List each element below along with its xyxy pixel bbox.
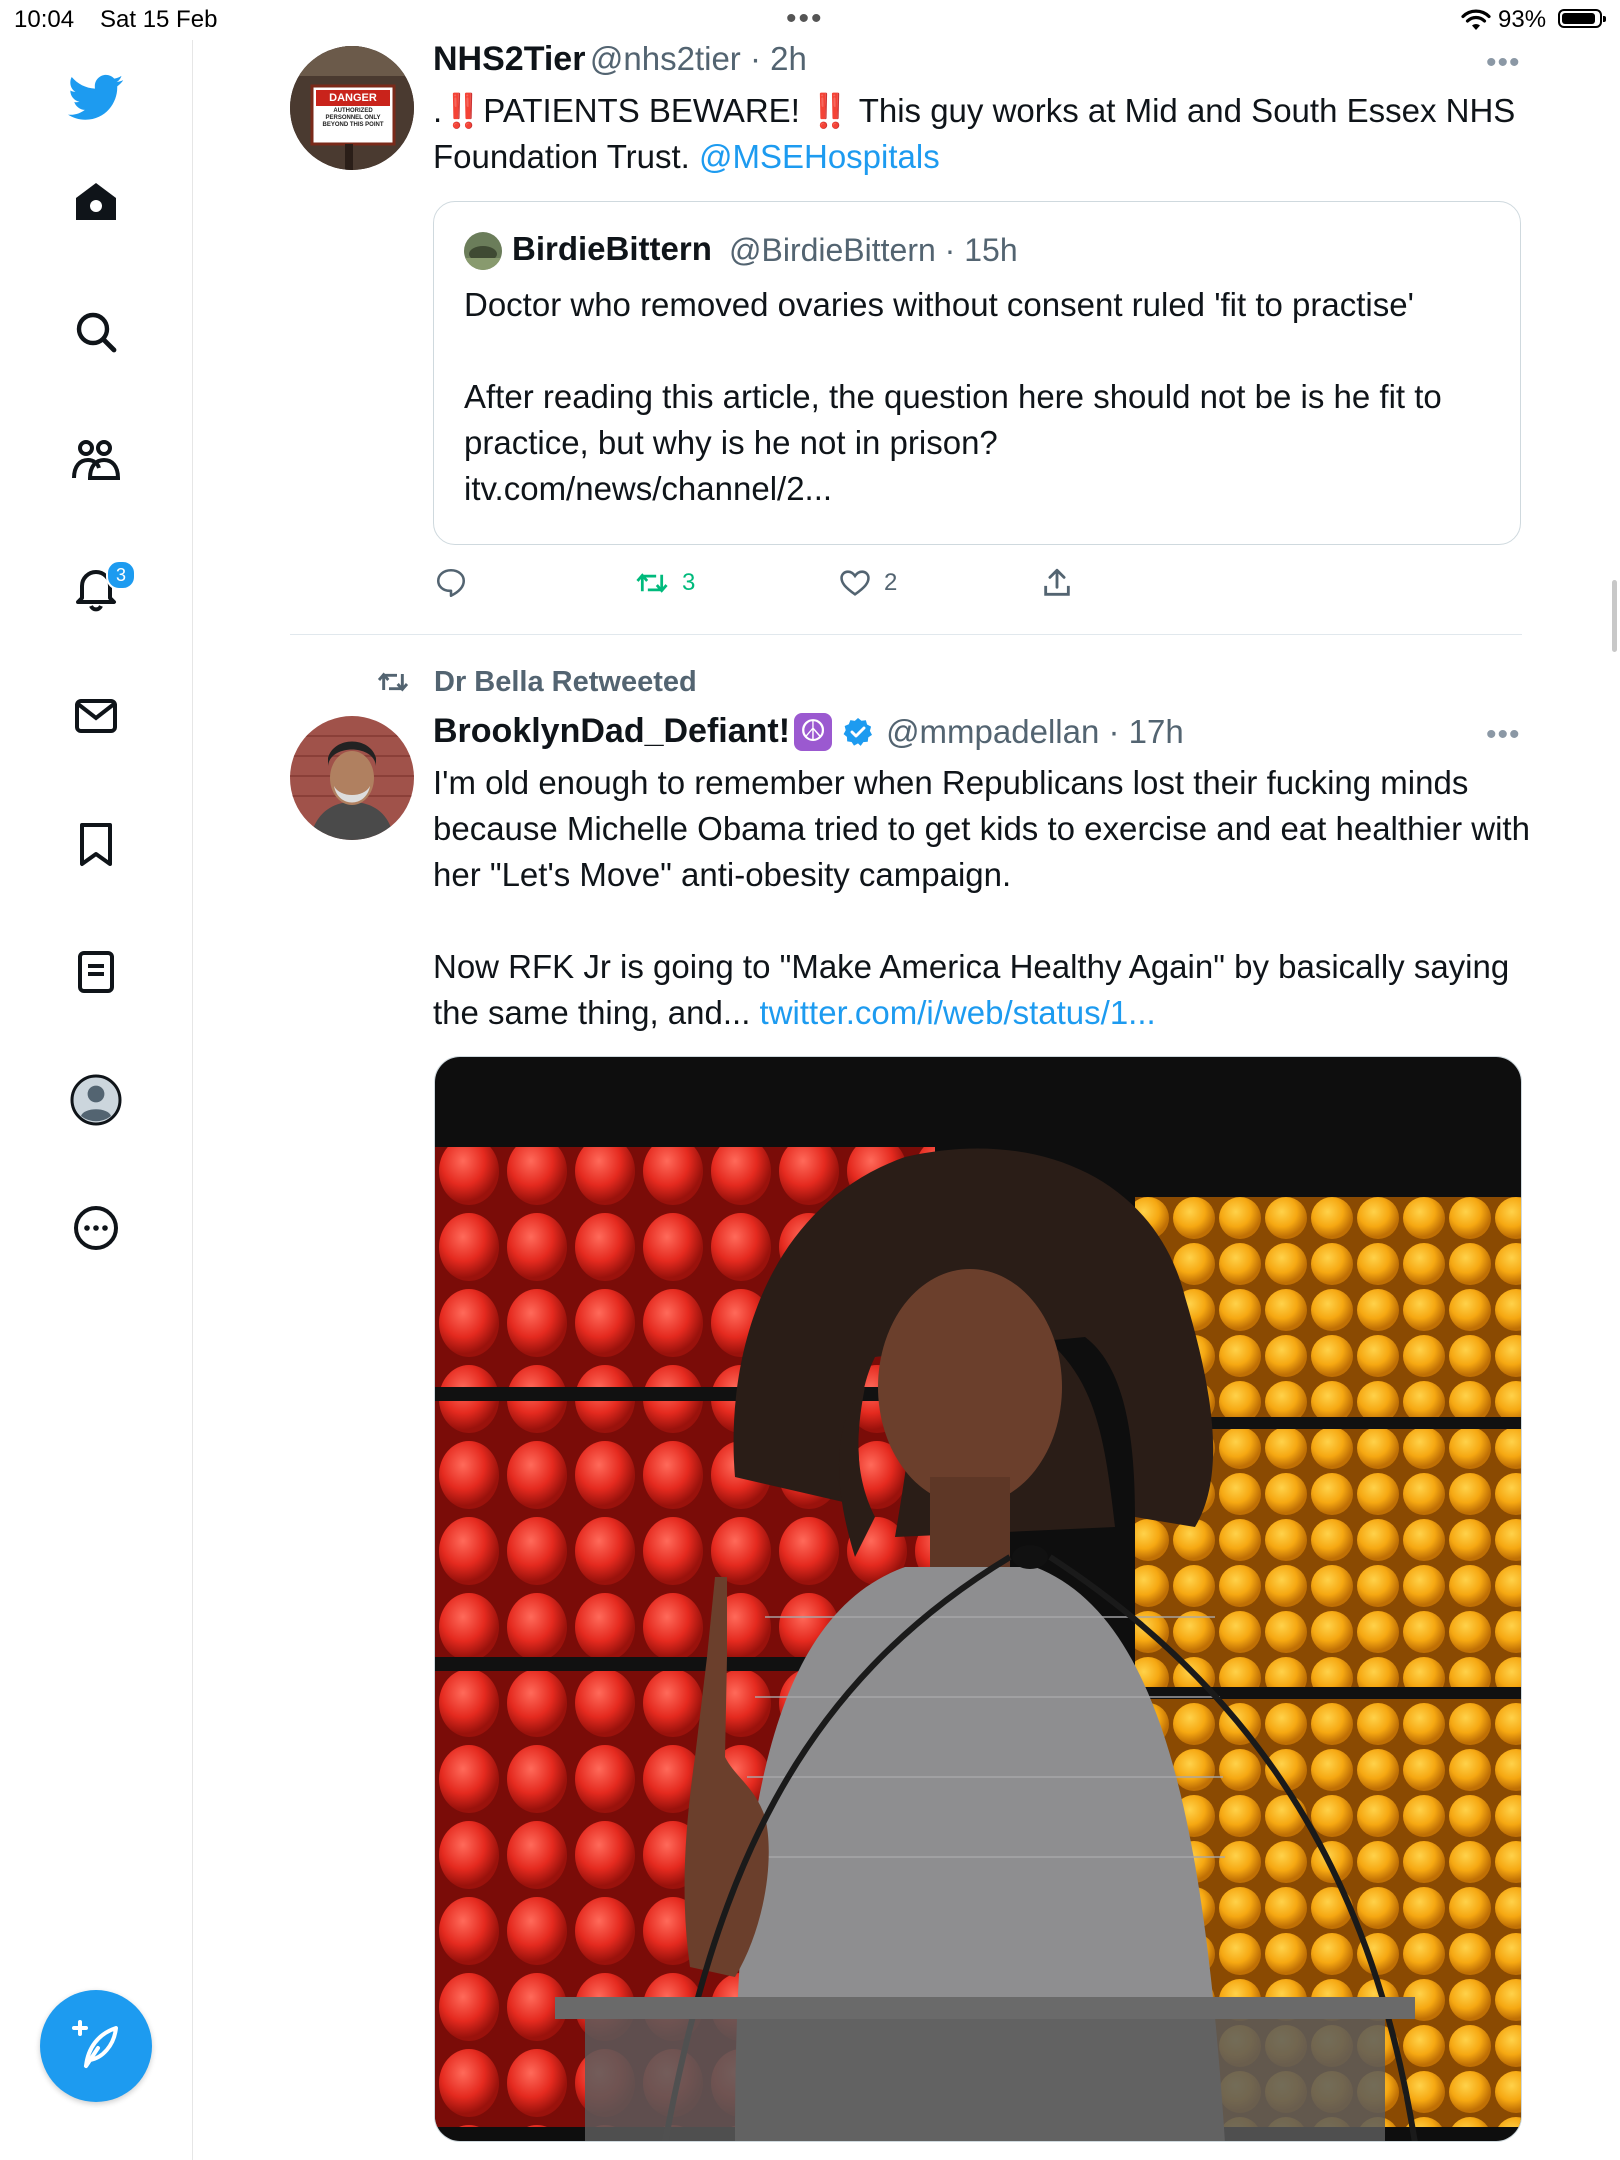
tweet-divider bbox=[290, 634, 1522, 635]
reply-button[interactable] bbox=[434, 566, 468, 600]
avatar-nhs2tier[interactable]: DANGER AUTHORIZED PERSONNEL ONLY BEYOND … bbox=[290, 46, 414, 170]
battery-icon bbox=[1558, 9, 1606, 28]
tweet-more-icon[interactable]: ••• bbox=[1486, 46, 1521, 80]
retweet-count: 3 bbox=[682, 569, 696, 596]
retweeted-by-label[interactable]: Dr Bella Retweeted bbox=[434, 666, 697, 699]
search-icon[interactable] bbox=[66, 302, 126, 362]
tweet2-header: BrooklynDad_Defiant! ☮ @mmpadellan · 17h bbox=[433, 712, 1184, 751]
sign-line2: PERSONNEL ONLY bbox=[325, 115, 381, 121]
sign-text: AUTHORIZED PERSONNEL ONLY BEYOND THIS PO… bbox=[316, 108, 390, 129]
more-circle-icon[interactable] bbox=[66, 1198, 126, 1258]
sign-line3: BEYOND THIS POINT bbox=[322, 122, 384, 128]
compose-tweet-button[interactable] bbox=[40, 1990, 152, 2102]
author-handle[interactable]: @nhs2tier · 2h bbox=[590, 40, 807, 77]
lists-icon[interactable] bbox=[66, 942, 126, 1002]
double-exclamation-icon: ‼️ bbox=[809, 92, 851, 129]
status-time: 10:04 bbox=[14, 6, 75, 33]
like-button[interactable]: 2 bbox=[838, 566, 897, 600]
sidebar: 3 bbox=[0, 40, 193, 2160]
quoted-text: Doctor who removed ovaries without conse… bbox=[464, 282, 1494, 512]
tweet-more-icon[interactable]: ••• bbox=[1486, 718, 1521, 752]
notification-badge: 3 bbox=[106, 560, 136, 590]
retweet-button[interactable]: 3 bbox=[634, 566, 695, 600]
peace-symbol-icon: ☮ bbox=[794, 712, 833, 751]
tweet1-text: .‼️PATIENTS BEWARE! ‼️ This guy works at… bbox=[433, 88, 1533, 180]
tweet2-para1: I'm old enough to remember when Republic… bbox=[433, 764, 1530, 893]
sign-title: DANGER bbox=[329, 92, 377, 104]
tweet2-para2-wrap: Now RFK Jr is going to "Make America Hea… bbox=[433, 944, 1533, 1036]
quoted-line3: itv.com/news/channel/2... bbox=[464, 470, 833, 507]
status-date: Sat 15 Feb bbox=[100, 6, 218, 33]
tweet1-header: NHS2Tier @nhs2tier · 2h bbox=[433, 40, 807, 79]
mention-link[interactable]: @MSEHospitals bbox=[699, 138, 940, 175]
retweeted-icon bbox=[374, 666, 412, 703]
communities-icon[interactable] bbox=[66, 430, 126, 490]
retweet-icon bbox=[636, 573, 668, 593]
share-button[interactable] bbox=[1040, 566, 1074, 600]
scrollbar[interactable] bbox=[1612, 580, 1617, 652]
author-handle[interactable]: @mmpadellan · 17h bbox=[886, 713, 1184, 751]
multitasking-dots[interactable]: ••• bbox=[786, 2, 824, 36]
status-link[interactable]: twitter.com/i/web/status/1... bbox=[760, 994, 1156, 1031]
compose-tweet-icon bbox=[72, 2020, 118, 2068]
quoted-line1: Doctor who removed ovaries without conse… bbox=[464, 286, 1414, 323]
bookmark-icon[interactable] bbox=[66, 814, 126, 874]
quoted-author-handle: @BirdieBittern · 15h bbox=[729, 232, 1018, 268]
share-icon bbox=[1044, 568, 1070, 596]
heart-icon bbox=[840, 570, 870, 596]
like-count: 2 bbox=[884, 569, 898, 596]
wifi-icon bbox=[1460, 8, 1492, 37]
battery-percent: 93% bbox=[1498, 6, 1547, 33]
profile-icon[interactable] bbox=[66, 1070, 126, 1130]
reply-icon bbox=[436, 568, 466, 598]
text-prefix: . bbox=[433, 92, 443, 129]
twitter-bird-icon[interactable] bbox=[66, 68, 126, 128]
tweet-media-image[interactable] bbox=[434, 1056, 1522, 2142]
author-name[interactable]: NHS2Tier bbox=[433, 40, 585, 78]
bell-icon[interactable]: 3 bbox=[66, 558, 136, 618]
verified-badge-icon bbox=[842, 716, 874, 748]
quoted-avatar bbox=[464, 232, 502, 270]
quoted-line2: After reading this article, the question… bbox=[464, 378, 1442, 461]
quoted-tweet[interactable]: BirdieBittern @BirdieBittern · 15h Docto… bbox=[433, 201, 1521, 545]
envelope-icon[interactable] bbox=[66, 686, 126, 746]
quoted-author-name: BirdieBittern bbox=[512, 230, 712, 267]
sign-line1: AUTHORIZED bbox=[333, 108, 373, 114]
double-exclamation-icon: ‼️ bbox=[442, 92, 484, 129]
home-icon[interactable] bbox=[66, 172, 126, 232]
avatar-brooklyndad[interactable] bbox=[290, 716, 414, 840]
author-name[interactable]: BrooklynDad_Defiant! bbox=[433, 712, 790, 751]
text-mid: PATIENTS BEWARE! bbox=[483, 92, 800, 129]
tweet2-text: I'm old enough to remember when Republic… bbox=[433, 760, 1533, 1036]
